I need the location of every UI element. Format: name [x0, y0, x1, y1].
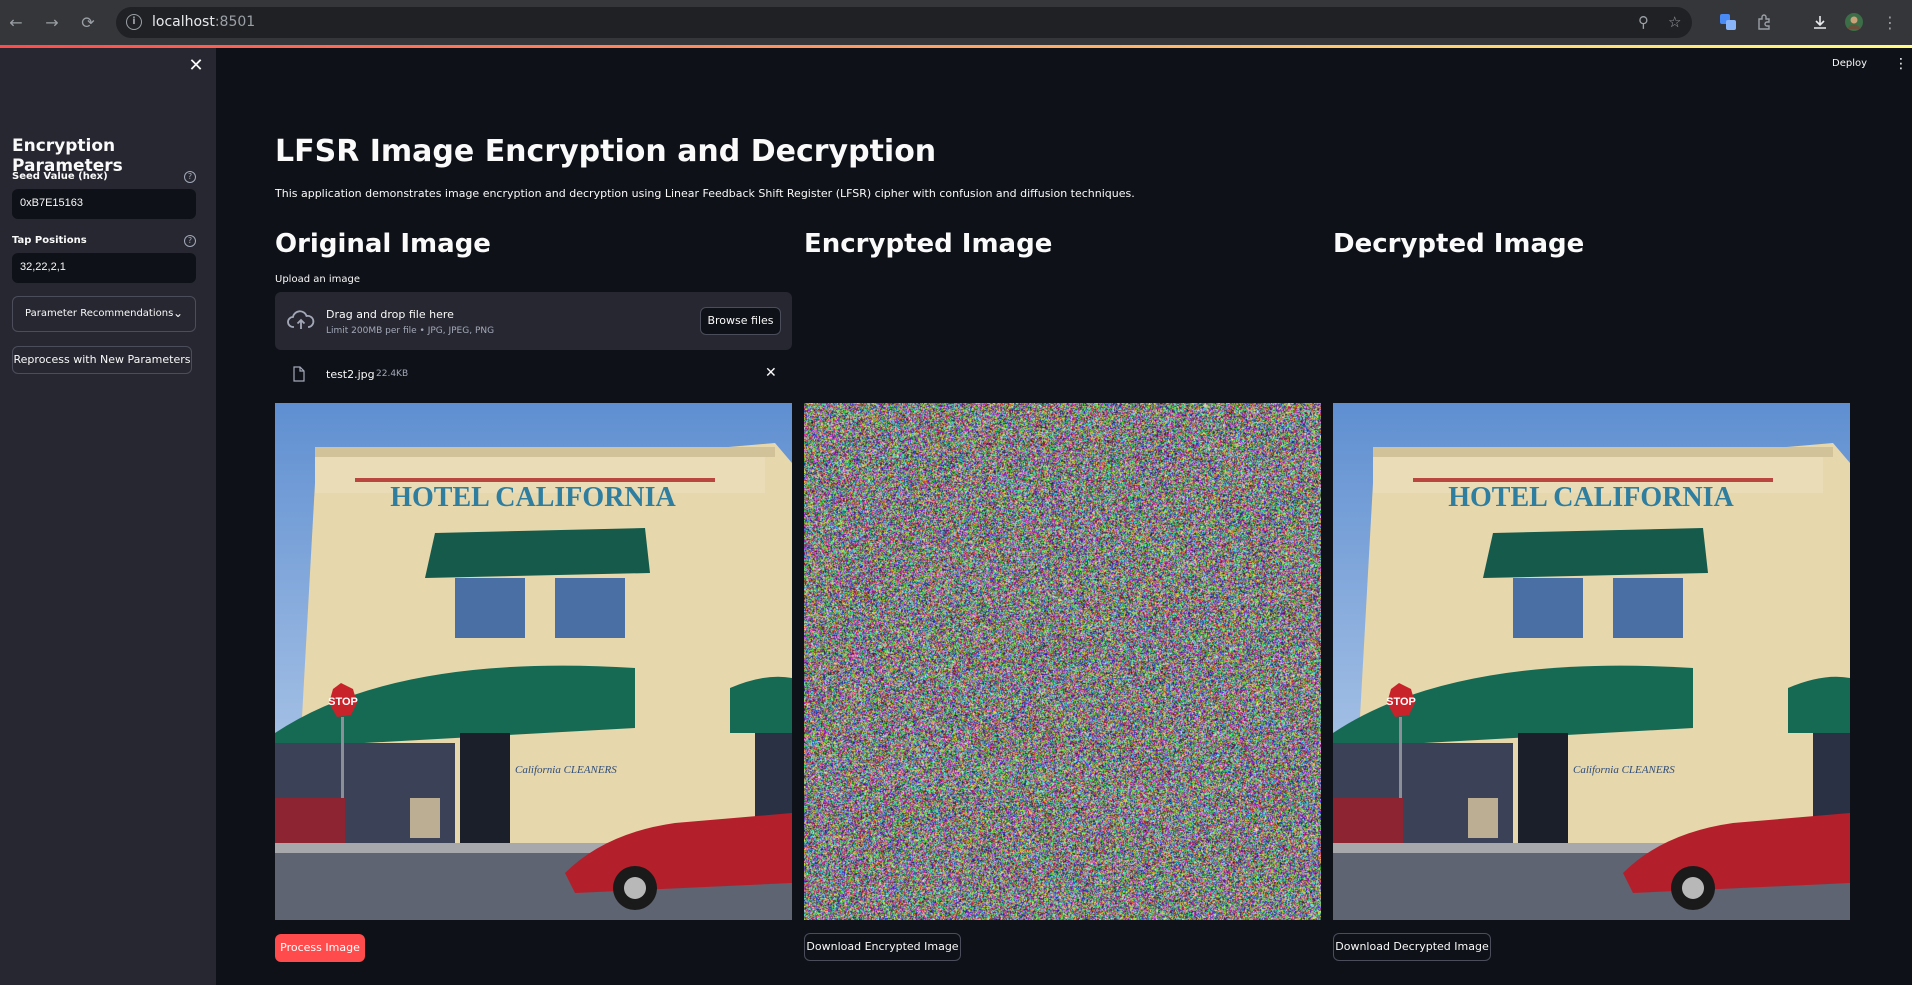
- tap-positions-input[interactable]: 32,22,2,1: [12, 253, 196, 283]
- file-icon: [293, 366, 305, 382]
- sidebar: ✕ Encryption Parameters Seed Value (hex)…: [0, 48, 216, 985]
- uploaded-file: test2.jpg 22.4KB ✕: [275, 358, 792, 390]
- process-image-button[interactable]: Process Image: [275, 934, 365, 962]
- main-menu-icon[interactable]: ⋮: [1894, 56, 1908, 72]
- zoom-icon[interactable]: ⚲: [1638, 13, 1649, 31]
- expander-label: Parameter Recommendations: [25, 308, 174, 319]
- sidebar-title: Encryption Parameters: [12, 136, 123, 176]
- upload-label: Upload an image: [275, 274, 361, 285]
- seed-label: Seed Value (hex): [12, 171, 108, 182]
- seed-input[interactable]: 0xB7E15163: [12, 189, 196, 219]
- help-icon[interactable]: ?: [184, 171, 196, 183]
- download-encrypted-button[interactable]: Download Encrypted Image: [804, 933, 961, 961]
- original-image: HOTEL CALIFORNIA California CLEANERS STO…: [275, 403, 792, 920]
- cleaners-sign-text: California CLEANERS: [1573, 764, 1675, 776]
- stop-sign-text: STOP: [1386, 696, 1416, 708]
- profile-avatar-icon[interactable]: [1842, 10, 1866, 34]
- bookmark-star-icon[interactable]: ☆: [1668, 13, 1681, 31]
- page-description: This application demonstrates image encr…: [275, 187, 1135, 200]
- download-icon[interactable]: [1808, 10, 1832, 34]
- browse-files-button[interactable]: Browse files: [700, 307, 781, 335]
- encrypted-image-heading: Encrypted Image: [804, 229, 1053, 259]
- deploy-button[interactable]: Deploy: [1832, 58, 1867, 69]
- cleaners-sign-text: California CLEANERS: [515, 764, 617, 776]
- close-icon[interactable]: ✕: [188, 57, 204, 75]
- dropzone-title: Drag and drop file here: [326, 308, 454, 321]
- reload-icon[interactable]: ⟳: [76, 10, 100, 34]
- stop-sign-text: STOP: [328, 696, 358, 708]
- reprocess-button[interactable]: Reprocess with New Parameters: [12, 346, 192, 374]
- encrypted-image: [804, 403, 1321, 920]
- hotel-sign-text: HOTEL CALIFORNIA: [390, 482, 676, 513]
- site-info-icon[interactable]: i: [126, 14, 142, 30]
- file-size: 22.4KB: [376, 369, 409, 379]
- cloud-upload-icon: [287, 310, 315, 329]
- forward-icon[interactable]: →: [40, 10, 64, 34]
- extensions-icon[interactable]: [1752, 10, 1776, 34]
- back-icon[interactable]: ←: [4, 10, 28, 34]
- translate-icon[interactable]: [1716, 10, 1740, 34]
- file-name: test2.jpg: [326, 368, 375, 381]
- chevron-down-icon: ⌄: [173, 306, 184, 320]
- browser-toolbar: ← → ⟳ i localhost:8501 ⚲ ☆ ⋮: [0, 0, 1912, 45]
- file-dropzone[interactable]: Drag and drop file here Limit 200MB per …: [275, 292, 792, 350]
- address-bar[interactable]: i localhost:8501 ⚲ ☆: [116, 7, 1692, 38]
- chrome-menu-icon[interactable]: ⋮: [1878, 10, 1902, 34]
- remove-file-icon[interactable]: ✕: [765, 365, 777, 381]
- address-url[interactable]: localhost:8501: [152, 14, 255, 30]
- dropzone-limit: Limit 200MB per file • JPG, JPEG, PNG: [326, 326, 495, 336]
- hotel-sign-text: HOTEL CALIFORNIA: [1448, 482, 1734, 513]
- decrypted-image-heading: Decrypted Image: [1333, 229, 1585, 259]
- decrypted-image: HOTEL CALIFORNIA California CLEANERS STO…: [1333, 403, 1850, 920]
- download-decrypted-button[interactable]: Download Decrypted Image: [1333, 933, 1491, 961]
- original-image-heading: Original Image: [275, 229, 491, 259]
- page-title: LFSR Image Encryption and Decryption: [275, 134, 937, 169]
- status-accent-bar: [0, 45, 1912, 48]
- tap-label: Tap Positions: [12, 235, 87, 246]
- help-icon[interactable]: ?: [184, 235, 196, 247]
- parameter-recommendations-expander[interactable]: Parameter Recommendations ⌄: [12, 296, 196, 332]
